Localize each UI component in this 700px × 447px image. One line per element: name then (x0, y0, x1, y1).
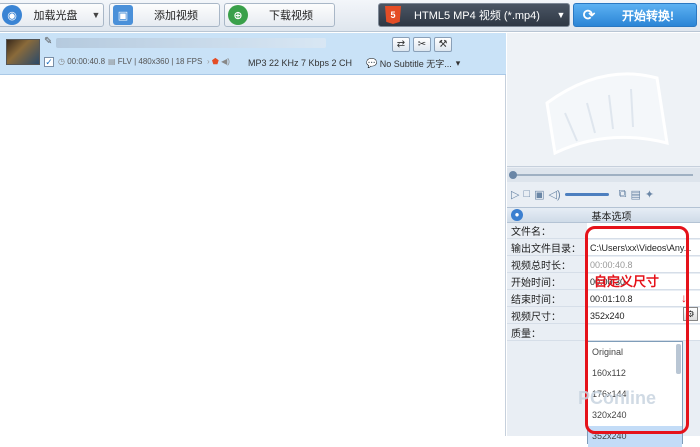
file-list: ✎ ⇄ ✂ ⚒ ✓ ◷ 00:00:40.8 ▤ FLV | 480x360 |… (0, 33, 506, 436)
file-name-blurred (56, 38, 326, 48)
settings-icon: ● (511, 209, 523, 221)
swap-icon[interactable]: ⇄ (392, 37, 410, 52)
convert-button[interactable]: ⟳ 开始转换! (573, 3, 697, 27)
speaker-icon[interactable]: ◁) (549, 188, 561, 201)
audio-track-select[interactable]: MP3 22 KHz 7 Kbps 2 CH ▾ (248, 57, 373, 68)
volume-slider[interactable] (564, 192, 609, 196)
globe-download-icon: ⊕ (228, 5, 248, 25)
scissors-icon[interactable]: ✂ (413, 37, 431, 52)
file-list-item[interactable]: ✎ ⇄ ✂ ⚒ ✓ ◷ 00:00:40.8 ▤ FLV | 480x360 |… (0, 33, 506, 75)
chevron-down-icon: ▾ (455, 58, 461, 68)
chevron-down-icon: ▼ (556, 10, 566, 20)
video-thumbnail (6, 39, 40, 65)
video-info-text: FLV | 480x360 | 18 FPS (117, 57, 203, 66)
edit-icon[interactable]: ✎ (44, 36, 52, 47)
watermark: PConline (578, 388, 657, 408)
basic-options-header[interactable]: ● 基本选项 (507, 207, 700, 223)
stop-icon[interactable]: □ (523, 188, 530, 200)
subtitle-select[interactable]: 💬 No Subtitle 无字... ▾ (366, 57, 460, 70)
chevron-down-icon[interactable]: ▼ (89, 10, 103, 20)
film-icon: ▤ (108, 57, 118, 66)
snapshot-icon[interactable]: ⧉ (619, 188, 627, 201)
html5-small-icon: ⬟ (211, 57, 222, 66)
duration-text: 00:00:40.8 (67, 57, 106, 66)
speaker-icon: ◀) (221, 57, 233, 66)
wand-icon[interactable]: ✦ (645, 188, 654, 201)
filmstrip-logo (545, 72, 669, 156)
clock-icon: ◷ (58, 57, 68, 66)
magic-wand-icon[interactable]: ⚒ (434, 37, 452, 52)
preview-area (507, 33, 700, 167)
format-select[interactable]: 5 HTML5 MP4 视频 (*.mp4) ▼ (378, 3, 570, 27)
refresh-icon: ⟳ (582, 7, 596, 24)
speech-bubble-icon: 💬 (366, 58, 380, 68)
camera-icon[interactable]: ▣ (534, 188, 544, 201)
load-disc-button[interactable]: ◉ 加载光盘 ▼ (0, 3, 104, 27)
seek-knob[interactable] (509, 171, 517, 179)
seek-bar[interactable] (507, 168, 700, 182)
download-video-button[interactable]: ⊕ 下载视频 (224, 3, 335, 27)
disc-icon: ◉ (2, 5, 22, 25)
player-controls: ▷ □ ▣ ◁) ⧉ ▤ ✦ (507, 183, 700, 205)
play-icon[interactable]: ▷ (511, 188, 519, 201)
toolbar: ◉ 加载光盘 ▼ ▣ 添加视频 ⊕ 下载视频 5 HTML5 MP4 视频 (*… (0, 0, 700, 32)
item-checkbox[interactable]: ✓ (44, 57, 54, 67)
folder-icon[interactable]: ▤ (631, 188, 641, 201)
add-video-button[interactable]: ▣ 添加视频 (109, 3, 220, 27)
html5-icon: 5 (385, 6, 401, 24)
film-add-icon: ▣ (113, 5, 133, 25)
